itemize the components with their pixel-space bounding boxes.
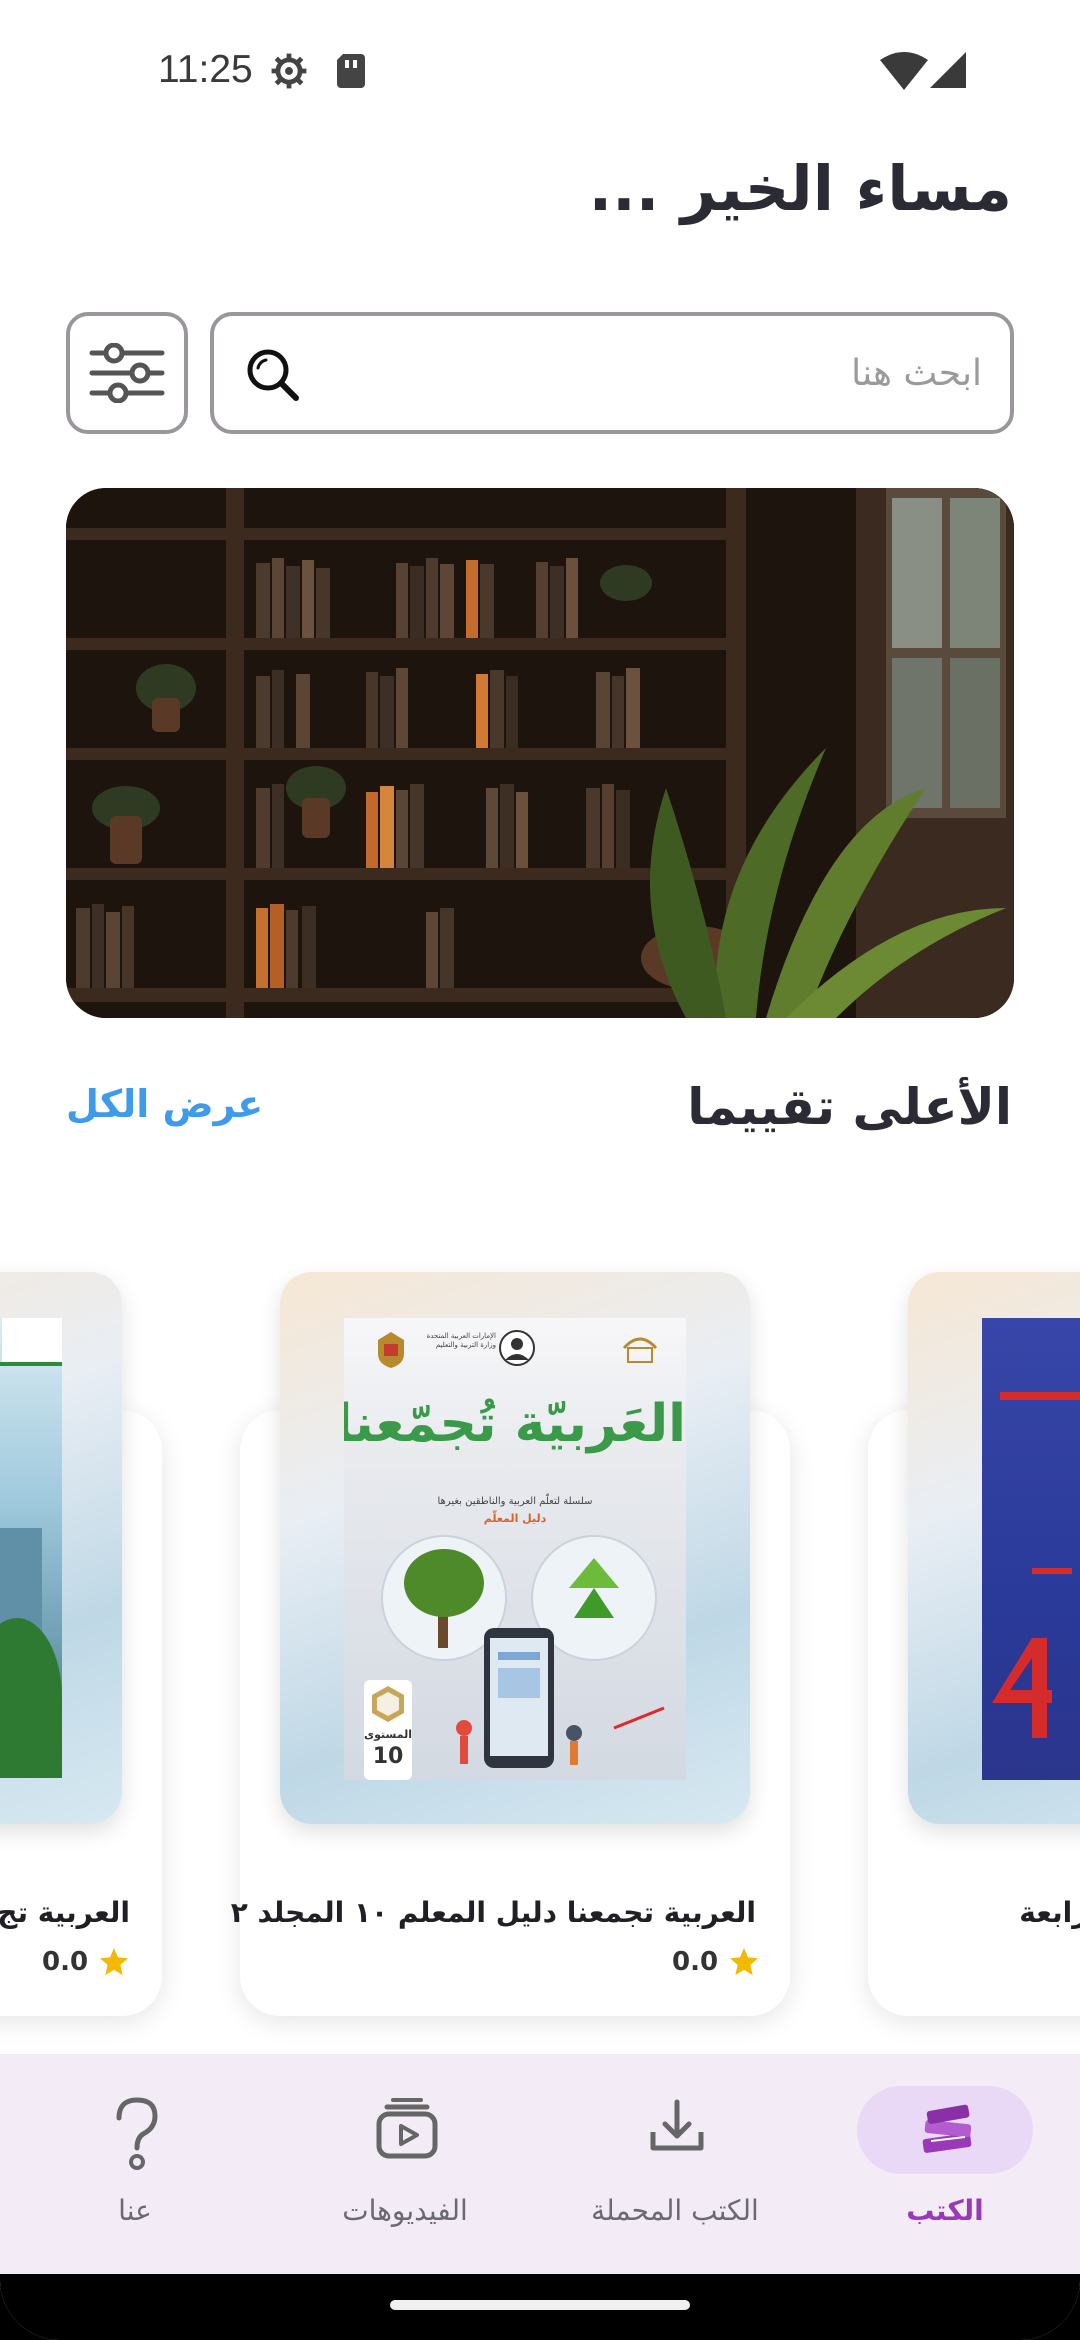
book-title: ة الرابعة [1019,1896,1080,1929]
book-cover-art [982,1318,1080,1780]
wifi-icon [880,52,928,90]
sliders-icon [89,343,165,403]
book-rating: 0.0 [42,1946,130,1978]
search-icon[interactable] [244,346,302,404]
ministry-text: الإمارات العربية المتحدة وزارة التربية و… [426,1332,496,1349]
nav-label-books: الكتب [906,2194,984,2227]
cover-guide-label: دليل المعلّم [483,1512,547,1525]
see-all-link[interactable]: عرض الكل [66,1082,263,1126]
video-icon [376,2098,438,2159]
nav-label-videos: الفيديوهات [342,2194,468,2227]
book-cover[interactable] [0,1272,122,1824]
settings-gear-icon [271,53,307,89]
portrait-icon [499,1330,535,1366]
book-cover[interactable]: الإمارات العربية المتحدة وزارة التربية و… [280,1272,750,1824]
filter-button[interactable] [66,312,188,434]
book-cover-art: الإمارات العربية المتحدة وزارة التربية و… [344,1318,686,1780]
home-indicator[interactable] [390,2300,690,2310]
book-title: العربية تج [0,1896,130,1929]
status-bar: 11:25 [0,0,1080,140]
bookshelf-banner[interactable] [66,488,1014,1018]
level-number: 10 [372,1744,404,1769]
download-icon [650,2099,704,2151]
nav-item-videos[interactable]: الفيديوهات [270,2054,540,2274]
top-rated-title: الأعلى تقييما [687,1078,1012,1136]
help-icon [116,2097,158,2170]
search-box[interactable] [210,312,1014,434]
signal-icon [930,52,966,88]
books-icon [922,2104,972,2153]
greeting-title: مساء الخير ... [588,152,1012,225]
bookshelf-image [66,488,1014,1018]
nav-label-about: عنا [118,2194,152,2227]
app-screen: 11:25 مساء الخير ... ابحث هنا الأعلى تقي… [0,0,1080,2340]
nav-item-books[interactable]: الكتب [810,2054,1080,2274]
nav-item-about[interactable]: عنا [0,2054,270,2274]
nav-label-downloads: الكتب المحملة [591,2194,759,2227]
nav-item-downloads[interactable]: الكتب المحملة [540,2054,810,2274]
status-time: 11:25 [158,48,253,91]
level-badge-icon [372,1686,404,1722]
sim-card-icon [337,54,365,88]
cover-main-title: العَربيّة تُجمّعنا [344,1394,686,1454]
level-label: المستوى [364,1728,412,1741]
star-icon [100,1948,129,1976]
book-title: العربية تجمعنا دليل المعلم ١٠ المجلد ٢ [230,1896,756,1929]
search-input[interactable] [342,316,982,430]
rating-value: 0.0 [42,1947,89,1977]
level-badge: المستوى 10 [364,1680,412,1780]
emblem-icon [378,1332,404,1368]
book-cover[interactable] [908,1272,1080,1824]
book-rating: 0.0 [672,1946,760,1978]
cover-number-art [992,1638,1052,1738]
star-icon [730,1948,759,1976]
bottom-navigation: الكتب الكتب المحملة الفيديوهات عنا [0,2054,1080,2274]
rating-value: 0.0 [672,1947,719,1977]
cover-subtitle: سلسلة لتعلّم العربية والناطقين بغيرها [437,1496,593,1507]
school-logo-icon [622,1337,658,1363]
